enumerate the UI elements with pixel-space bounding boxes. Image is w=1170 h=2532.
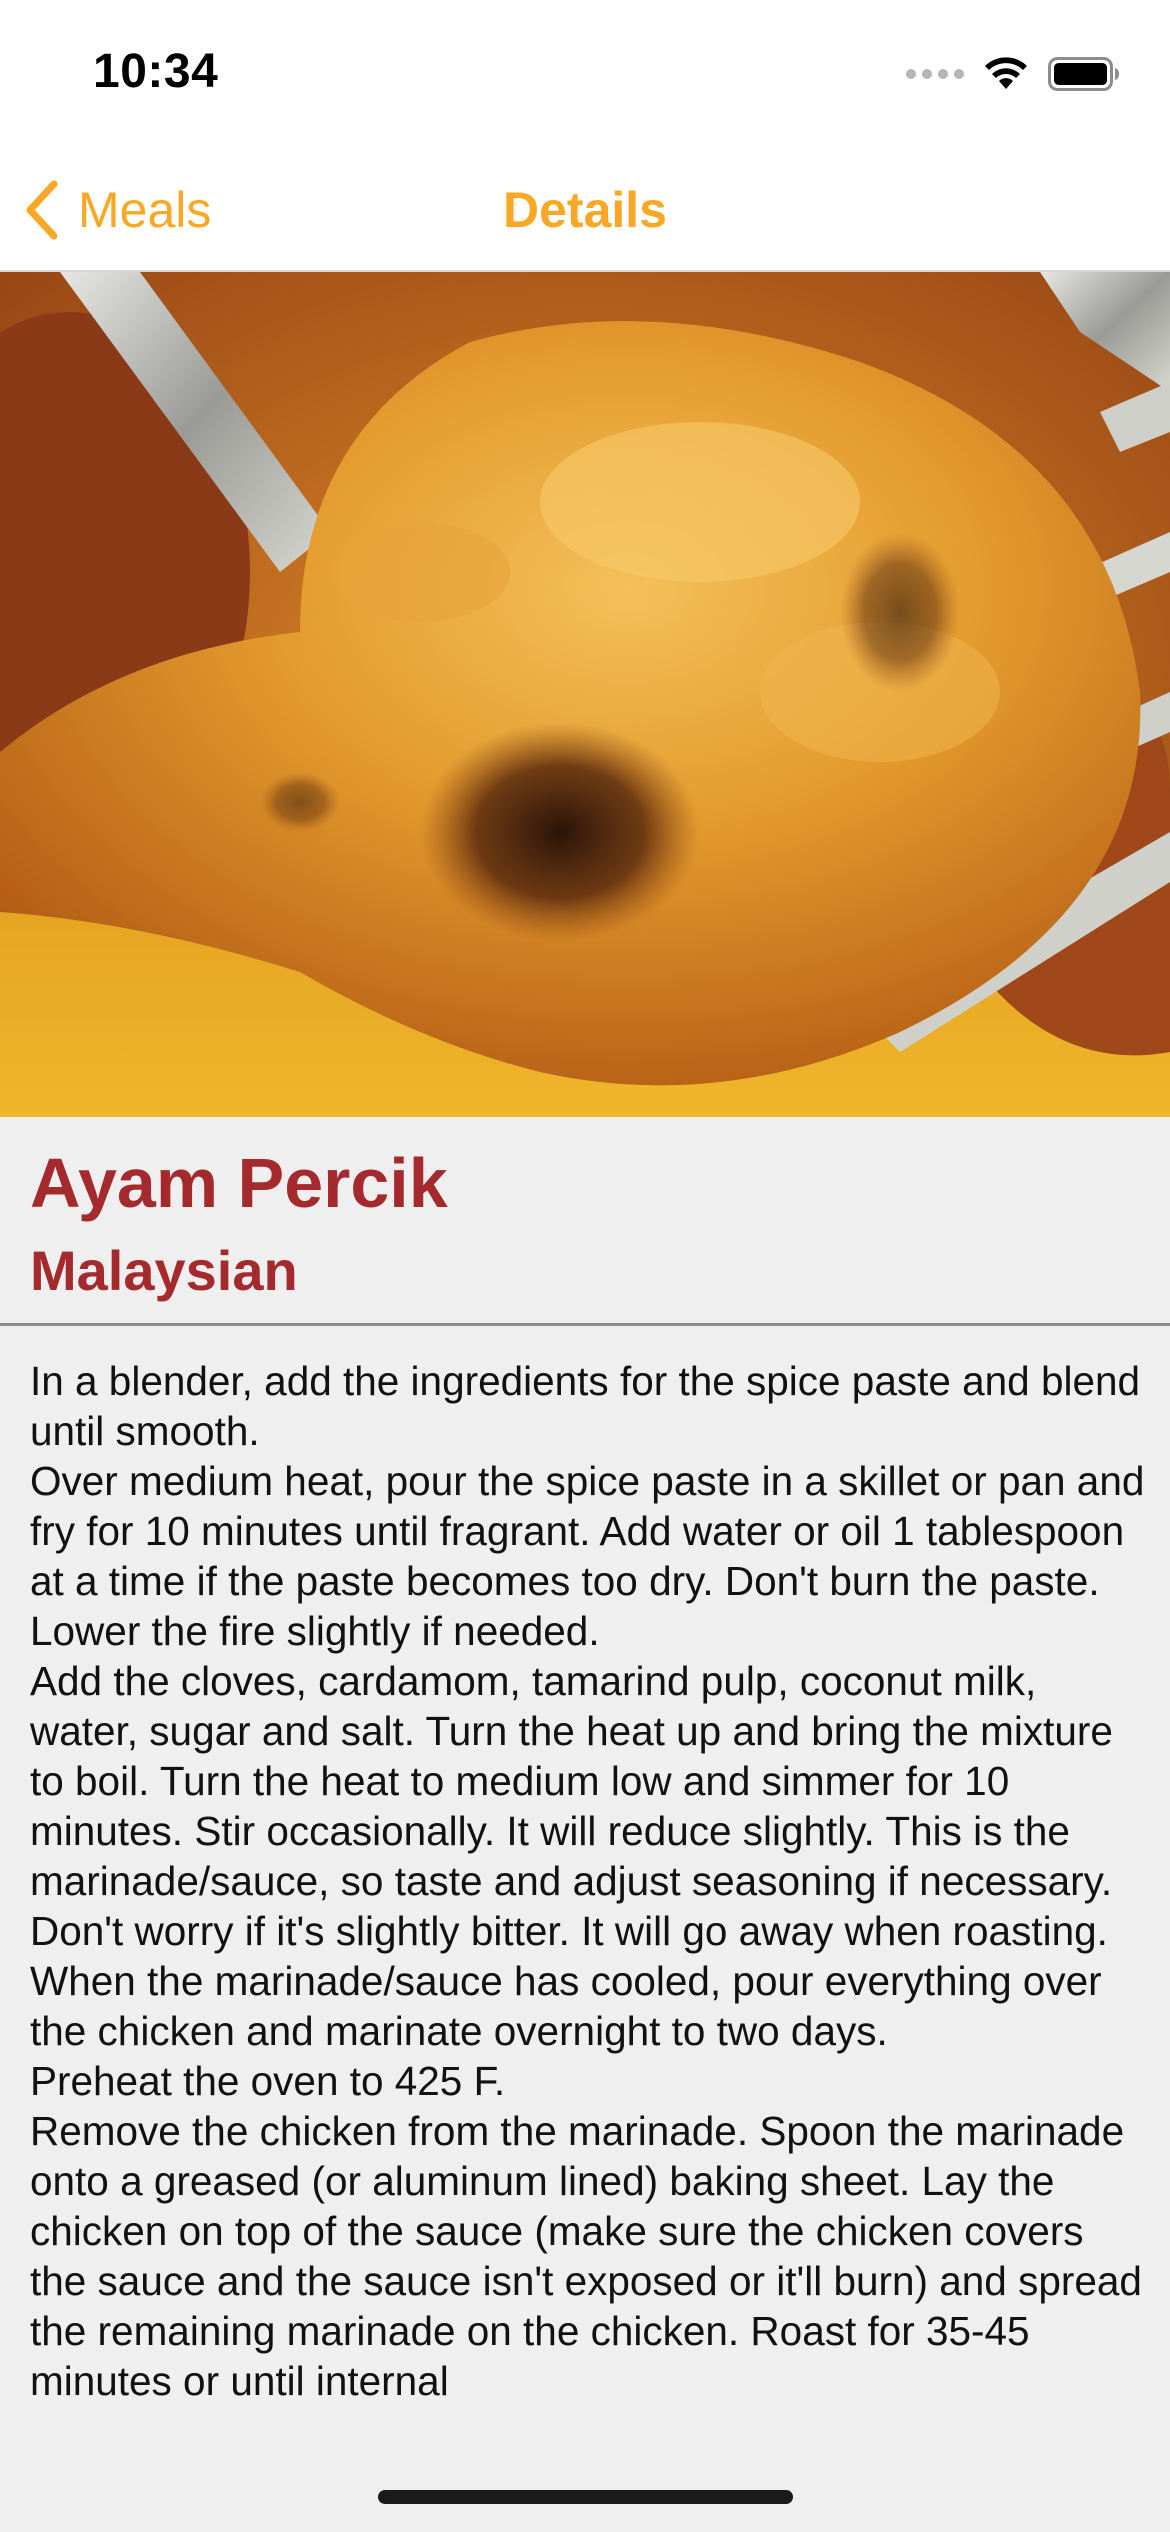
grilled-chicken-photo — [0, 272, 1170, 1117]
meal-image — [0, 272, 1170, 1117]
navigation-bar: Meals Details — [0, 150, 1170, 272]
meal-header: Ayam Percik Malaysian — [0, 1117, 1170, 1325]
battery-icon — [1048, 57, 1119, 91]
cellular-signal-icon — [906, 69, 964, 79]
meal-name: Ayam Percik — [30, 1144, 448, 1222]
meal-area: Malaysian — [30, 1239, 298, 1302]
status-bar: 10:34 — [0, 0, 1170, 150]
page-title: Details — [503, 182, 667, 238]
home-indicator[interactable] — [378, 2490, 793, 2504]
instructions-scroll-area[interactable]: In a blender, add the ingredients for th… — [0, 1326, 1170, 2430]
status-time: 10:34 — [93, 45, 219, 98]
status-icons — [906, 52, 1120, 96]
wifi-icon — [985, 57, 1027, 89]
meal-instructions: In a blender, add the ingredients for th… — [30, 1358, 1145, 2404]
